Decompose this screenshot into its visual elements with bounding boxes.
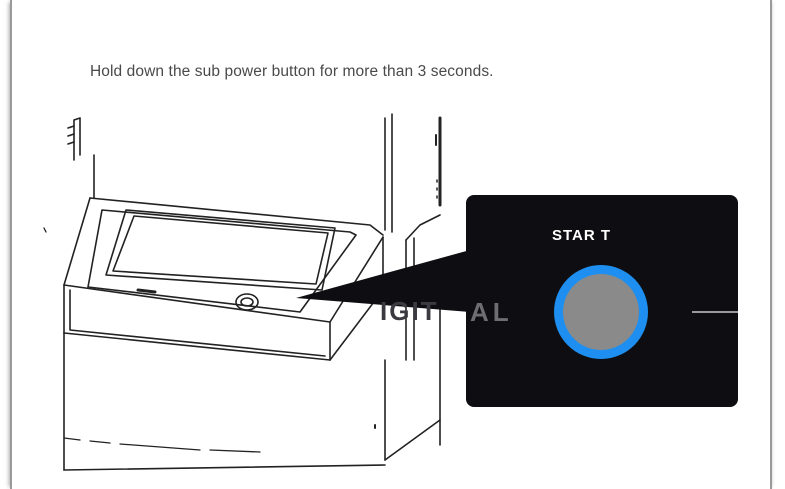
start-button-label: STAR T [552, 227, 612, 244]
machine-illustration: AL IGIT [43, 113, 738, 471]
svg-text:IGIT: IGIT [380, 296, 439, 326]
power-button-icon [563, 274, 639, 350]
callout-background-text: AL [470, 297, 513, 327]
